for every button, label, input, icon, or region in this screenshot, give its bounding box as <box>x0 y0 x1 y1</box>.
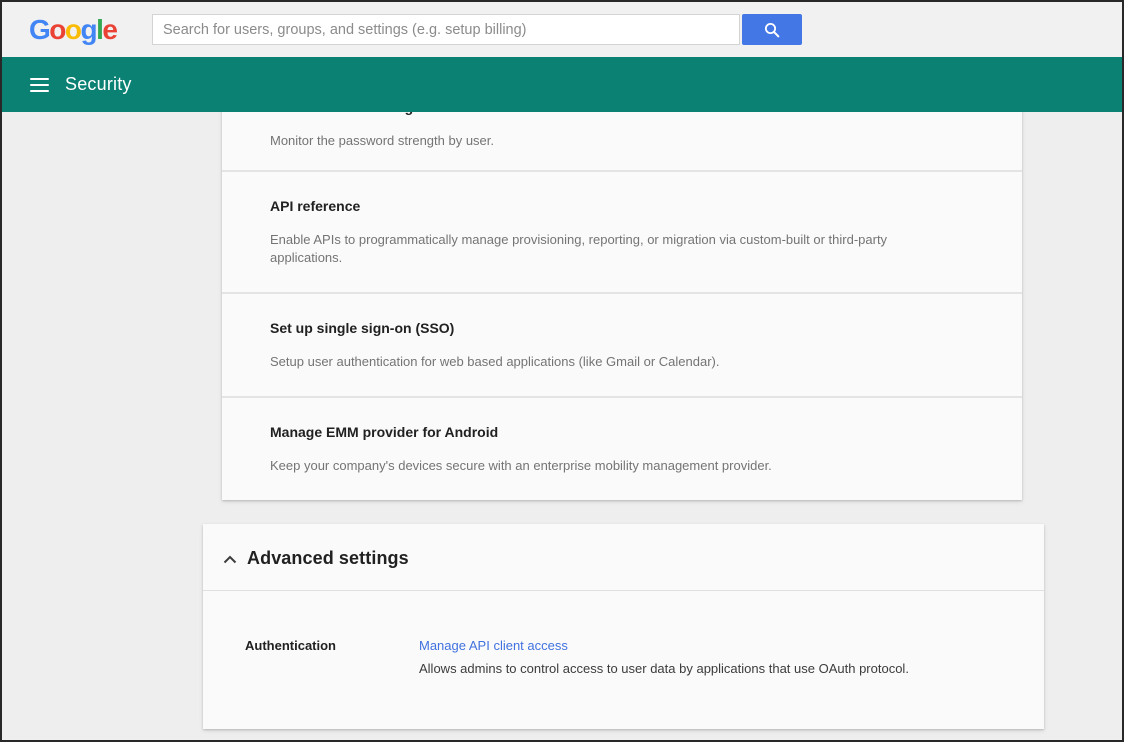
section-title: Manage EMM provider for Android <box>270 422 974 442</box>
authentication-content: Manage API client access Allows admins t… <box>419 637 1014 678</box>
section-title: API reference <box>270 196 974 216</box>
hamburger-menu-icon[interactable] <box>30 78 49 92</box>
settings-section-emm-provider[interactable]: Manage EMM provider for Android Keep you… <box>222 398 1022 500</box>
admin-console-window: Password monitoring Monitor the password… <box>0 0 1124 742</box>
logo-letter: e <box>102 14 116 45</box>
advanced-settings-title: Advanced settings <box>247 548 409 569</box>
logo-letter: G <box>29 14 49 45</box>
search-input[interactable] <box>152 14 740 45</box>
section-description: Monitor the password strength by user. <box>270 132 910 150</box>
page-title: Security <box>65 74 132 95</box>
logo-letter: o <box>65 14 81 45</box>
authentication-description: Allows admins to control access to user … <box>419 660 1014 678</box>
advanced-settings-card: Advanced settings Authentication Manage … <box>203 524 1044 729</box>
section-description: Setup user authentication for web based … <box>270 353 910 371</box>
search-icon <box>763 21 781 39</box>
security-settings-card: Password monitoring Monitor the password… <box>222 95 1022 500</box>
topbar: Google <box>2 2 1122 57</box>
chevron-up-icon <box>223 555 237 564</box>
logo-letter: o <box>49 14 65 45</box>
authentication-label: Authentication <box>245 637 419 678</box>
authentication-row: Authentication Manage API client access … <box>203 591 1044 678</box>
manage-api-client-access-link[interactable]: Manage API client access <box>419 638 568 653</box>
section-description: Keep your company's devices secure with … <box>270 457 910 475</box>
advanced-settings-header[interactable]: Advanced settings <box>203 524 1044 590</box>
appbar: Security <box>2 57 1122 112</box>
section-description: Enable APIs to programmatically manage p… <box>270 231 910 267</box>
section-title: Set up single sign-on (SSO) <box>270 318 974 338</box>
settings-section-api-reference[interactable]: API reference Enable APIs to programmati… <box>222 172 1022 292</box>
google-logo[interactable]: Google <box>29 14 116 46</box>
settings-section-single-sign-on[interactable]: Set up single sign-on (SSO) Setup user a… <box>222 294 1022 396</box>
logo-letter: g <box>81 14 97 45</box>
search-button[interactable] <box>742 14 802 45</box>
